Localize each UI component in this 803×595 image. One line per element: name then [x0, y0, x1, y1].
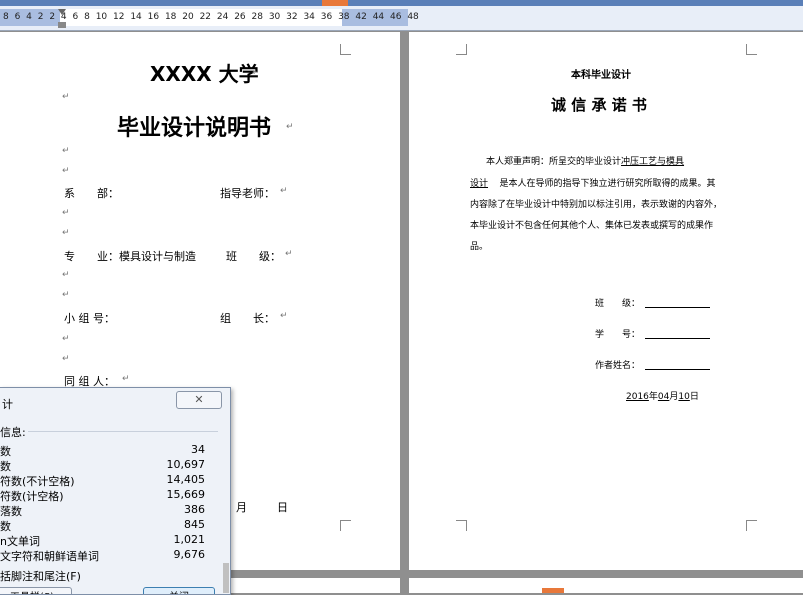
document-title: 毕业设计说明书 [117, 116, 272, 141]
paragraph-mark: ↵ [62, 92, 70, 102]
paragraph-mark: ↵ [62, 334, 70, 344]
stat-row: 数 10,697 [0, 458, 205, 473]
month-value: 04 [657, 392, 670, 402]
student-number-label: 学 号： [595, 330, 641, 340]
stat-value: 386 [184, 503, 205, 516]
stat-label: 数 [0, 445, 11, 458]
department-label: 系 部： [64, 187, 119, 200]
document-page-4[interactable] [409, 578, 803, 593]
horizontal-ruler[interactable]: 8 6 4 2 2 4 6 8 10 12 14 16 18 20 22 24 … [0, 6, 803, 31]
year-label: 年 [648, 392, 658, 402]
class-label: 班 级： [595, 299, 641, 309]
class-blank[interactable] [645, 307, 710, 308]
paragraph-mark: ↵ [62, 270, 70, 280]
day-value: 10 [678, 392, 690, 402]
group-leader-label: 组 长： [220, 312, 275, 325]
close-icon[interactable]: ✕ [176, 391, 222, 409]
paragraph-mark: ↵ [252, 68, 260, 78]
crop-mark [456, 44, 467, 55]
stat-label: 符数(不计空格) [0, 475, 75, 488]
stat-row: 落数 386 [0, 503, 205, 518]
pledge-text: 是本人在导师的指导下独立进行研究所取得的成果。其 [499, 179, 716, 189]
pledge-body-line: 本人郑重声明：所呈交的毕业设计冲压工艺与模具 [486, 154, 684, 167]
date-month-label: 月 [236, 501, 247, 514]
pledge-body-line: 内容除了在毕业设计中特别加以标注引用，表示致谢的内容外， [470, 200, 723, 210]
group-separator [28, 431, 218, 432]
paragraph-mark: ↵ [62, 146, 70, 156]
paragraph-mark: ↵ [286, 122, 294, 132]
group-number-label: 小 组 号： [64, 312, 115, 325]
paragraph-mark: ↵ [62, 208, 70, 218]
pledge-text: 本人郑重声明：所呈交的毕业设计 [486, 157, 622, 167]
stat-value: 9,676 [173, 548, 206, 561]
advisor-label: 指导老师： [220, 187, 275, 200]
stat-value: 10,697 [166, 458, 206, 471]
paragraph-mark: ↵ [62, 354, 70, 364]
paragraph-mark: ↵ [280, 311, 288, 321]
stat-row: 符数(不计空格) 14,405 [0, 473, 205, 488]
pledge-title: 诚 信 承 诺 书 [551, 96, 647, 114]
highlight-shape [542, 588, 564, 593]
left-indent-marker[interactable] [58, 22, 66, 28]
university-name: XXXX 大学 [150, 62, 259, 86]
stat-value: 1,021 [173, 533, 206, 546]
crop-mark [746, 520, 757, 531]
word-count-dialog[interactable]: 计 ✕ 信息: 数 34 数 10,697 符数(不计空格) 14,405 符数… [0, 387, 231, 595]
author-name-blank[interactable] [645, 369, 710, 370]
stat-row: n文单词 1,021 [0, 533, 205, 548]
dialog-title: 计 [2, 398, 13, 411]
paragraph-mark: ↵ [122, 374, 130, 384]
student-number-blank[interactable] [645, 338, 710, 339]
stat-label: n文单词 [0, 535, 40, 548]
include-footnotes-checkbox[interactable]: 括脚注和尾注(F) [0, 568, 81, 584]
document-page-2[interactable]: 本科毕业设计 诚 信 承 诺 书 本人郑重声明：所呈交的毕业设计冲压工艺与模具 … [409, 32, 803, 570]
pledge-body-line: 品。 [470, 242, 489, 252]
crop-mark [340, 520, 351, 531]
paragraph-mark: ↵ [62, 290, 70, 300]
crop-mark [746, 44, 757, 55]
stat-value: 845 [184, 518, 205, 531]
pledge-date: 2016年04月10日 [626, 389, 699, 402]
pledge-body-line: 本毕业设计不包含任何其他个人、集体已发表或撰写的成果作 [470, 221, 714, 231]
stat-row: 文字符和朝鲜语单词 9,676 [0, 548, 205, 563]
stat-label: 数 [0, 520, 11, 533]
author-name-label: 作者姓名： [595, 361, 641, 371]
stat-label: 文字符和朝鲜语单词 [0, 550, 99, 563]
stat-row: 数 845 [0, 518, 205, 533]
major-field: 专 业：模具设计与制造 [64, 250, 196, 263]
first-line-indent-marker[interactable] [58, 9, 66, 15]
class-label: 班 级： [226, 250, 281, 263]
stat-label: 符数(计空格) [0, 490, 64, 503]
stat-row: 数 34 [0, 443, 205, 458]
day-label: 日 [689, 392, 699, 402]
stat-row: 符数(计空格) 15,669 [0, 488, 205, 503]
date-day-label: 日 [277, 501, 288, 514]
crop-mark [456, 520, 467, 531]
stat-value: 34 [191, 443, 205, 456]
show-toolbar-button[interactable]: 工具栏(S) [0, 587, 72, 594]
stat-label: 落数 [0, 505, 22, 518]
paragraph-mark: ↵ [285, 249, 293, 259]
pledge-body-line: 设计 是本人在导师的指导下独立进行研究所取得的成果。其 [470, 176, 715, 189]
stat-value: 14,405 [166, 473, 206, 486]
page-header: 本科毕业设计 [571, 70, 631, 81]
stat-value: 15,669 [166, 488, 206, 501]
scrollbar[interactable] [223, 563, 229, 593]
paragraph-mark: ↵ [62, 228, 70, 238]
stat-label: 数 [0, 460, 11, 473]
paragraph-mark: ↵ [280, 186, 288, 196]
year-value: 2016 [626, 392, 649, 402]
paragraph-mark: ↵ [62, 166, 70, 176]
project-title-underlined: 冲压工艺与模具 [621, 157, 685, 167]
close-button[interactable]: 关闭 [143, 587, 215, 594]
project-title-underlined: 设计 [470, 179, 489, 189]
statistics-group-label: 信息: [0, 426, 26, 439]
crop-mark [340, 44, 351, 55]
